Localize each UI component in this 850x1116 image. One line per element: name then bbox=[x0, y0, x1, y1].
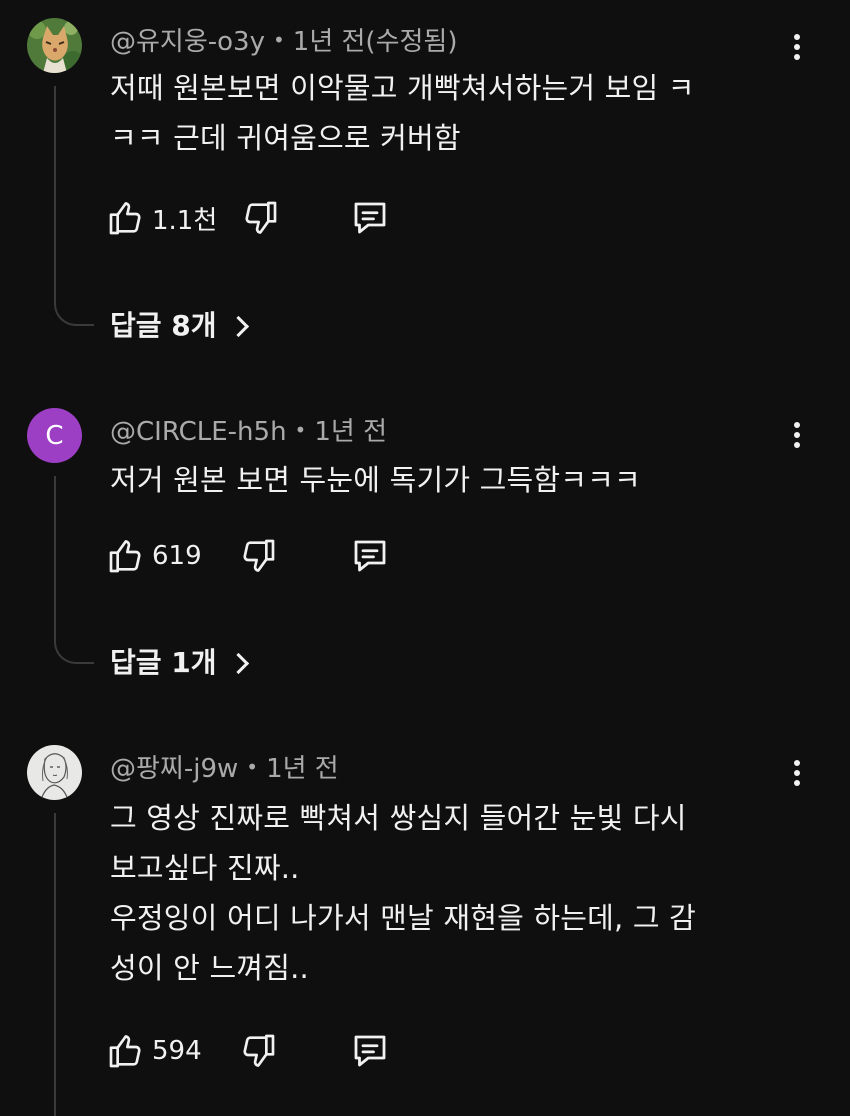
separator-dot: • bbox=[246, 755, 259, 779]
comment-text: 그 영상 진짜로 빡쳐서 쌍심지 들어간 눈빛 다시 보고싶다 진짜.. 우정잉… bbox=[110, 801, 697, 985]
sketch-avatar-icon bbox=[27, 745, 82, 800]
comment-meta: @팡찌-j9w • 1년 전 bbox=[110, 750, 339, 786]
like-button[interactable]: 594 bbox=[106, 1029, 202, 1073]
dislike-button[interactable] bbox=[238, 1029, 278, 1073]
comment-icon bbox=[354, 1035, 386, 1067]
comment-time[interactable]: 1년 전 bbox=[266, 754, 339, 784]
comment-actions: 594 bbox=[106, 1029, 406, 1073]
more-vertical-icon[interactable] bbox=[783, 753, 811, 793]
author-name[interactable]: @팡찌-j9w bbox=[110, 754, 238, 784]
reply-thread-line bbox=[54, 813, 56, 1116]
author-avatar[interactable] bbox=[27, 745, 82, 800]
reply-button[interactable] bbox=[348, 1029, 392, 1073]
like-count: 594 bbox=[152, 1036, 202, 1066]
thumbs-down-icon bbox=[243, 1034, 275, 1067]
thumbs-up-icon bbox=[109, 1035, 141, 1068]
comment-item: @팡찌-j9w • 1년 전 그 영상 진짜로 빡쳐서 쌍심지 들어간 눈빛 다시 … bbox=[0, 0, 850, 1116]
